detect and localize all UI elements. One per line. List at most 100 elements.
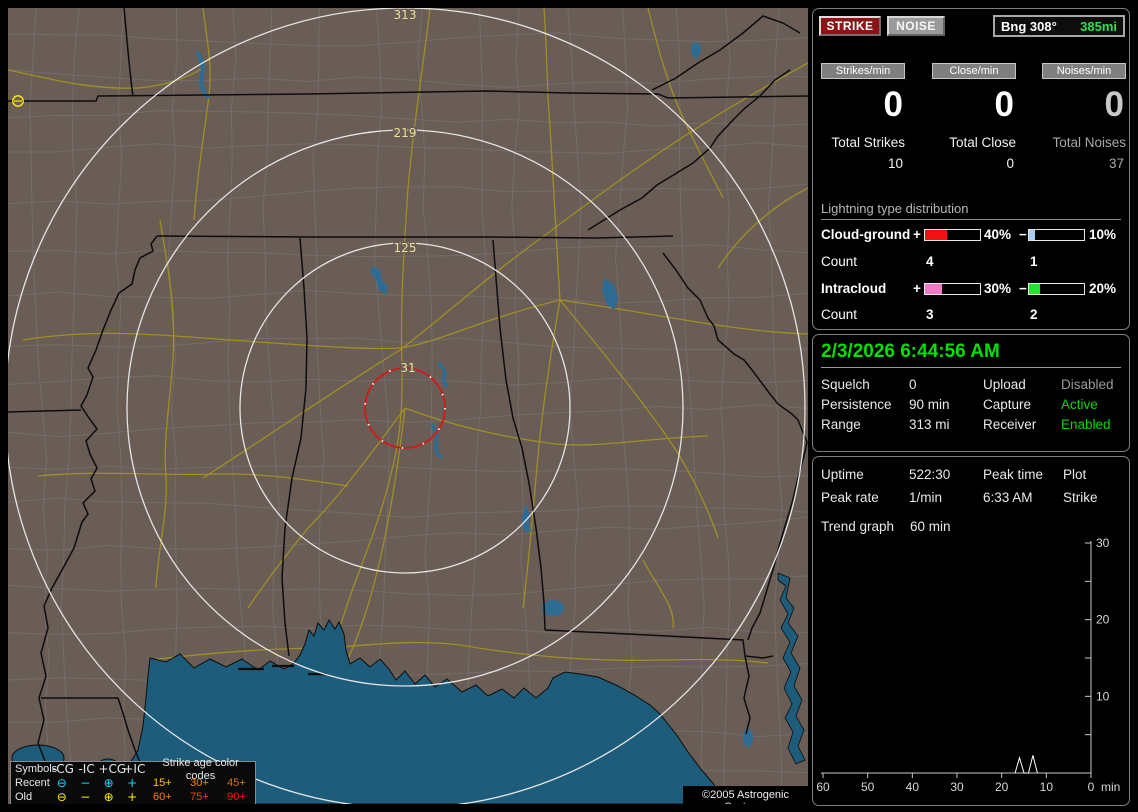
age-code: 75+ xyxy=(190,791,209,803)
squelch-label: Squelch xyxy=(821,377,870,392)
map-legend: Symbols -CG -IC +CG +IC Strike age color… xyxy=(10,757,256,804)
plot-mode-value: Strike xyxy=(1063,490,1098,505)
capture-label: Capture xyxy=(983,397,1032,412)
ic-minus-pct: 20% xyxy=(1089,281,1117,296)
legend-old-label: Old xyxy=(15,791,33,803)
peak-time-label: Peak time xyxy=(983,467,1044,482)
uptime-label: Uptime xyxy=(821,467,864,482)
legend-col-nic: -IC xyxy=(78,762,95,776)
range-value: 313 mi xyxy=(909,417,950,432)
strike-toggle-button[interactable]: STRIKE xyxy=(819,16,881,36)
ic-plus-pct: 30% xyxy=(984,281,1012,296)
datetime-display: 2/3/2026 6:44:56 AM xyxy=(821,341,1000,362)
minus-ic-recent-icon: − xyxy=(80,776,91,790)
svg-text:0: 0 xyxy=(1088,780,1095,794)
close-column: Close/min 0 Total Close 0 xyxy=(932,63,1016,171)
cg-minus-count: 1 xyxy=(1030,254,1038,269)
svg-text:30: 30 xyxy=(1096,537,1110,550)
legend-col-ncg: -CG xyxy=(51,762,74,776)
ring-label-31: 31 xyxy=(400,361,415,375)
copyright-notice: ©2005 Astrogenic Systems xyxy=(683,786,808,804)
svg-text:50: 50 xyxy=(861,780,875,794)
minus-cg-recent-icon: ⊖ xyxy=(56,776,67,790)
total-strikes-label: Total Strikes xyxy=(831,135,905,150)
age-code: 15+ xyxy=(153,777,172,789)
minus-sign: − xyxy=(1019,281,1027,296)
trend-window-value: 60 min xyxy=(910,519,951,534)
bearing-label: Bng 308° xyxy=(1001,18,1057,34)
counters-panel: STRIKE NOISE Bng 308° 385mi Strikes/min … xyxy=(812,8,1130,330)
plus-sign: + xyxy=(913,281,921,296)
noises-column: Noises/min 0 Total Noises 37 xyxy=(1042,63,1126,171)
ring-label-313: 313 xyxy=(394,8,417,22)
app-window: 313 219 125 31 Symbols -CG -IC +CG +IC S… xyxy=(0,0,1138,812)
minus-sign: − xyxy=(1019,227,1027,242)
trend-graph-label: Trend graph xyxy=(821,519,895,534)
plus-cg-old-icon: ⊕ xyxy=(103,790,114,804)
cg-plus-count: 4 xyxy=(926,254,934,269)
bearing-range-value: 385mi xyxy=(1080,18,1117,34)
noises-per-min-button[interactable]: Noises/min xyxy=(1042,63,1126,79)
intracloud-label: Intracloud xyxy=(821,281,887,296)
close-per-min-value: 0 xyxy=(994,85,1014,124)
cg-plus-pct: 40% xyxy=(984,227,1012,242)
minus-cg-old-icon: ⊖ xyxy=(56,790,67,804)
noise-toggle-button[interactable]: NOISE xyxy=(887,16,945,36)
age-code: 60+ xyxy=(153,791,172,803)
legend-row-old: Old ⊖ − ⊕ + 60+ 75+ 90+ xyxy=(11,791,255,804)
upload-label: Upload xyxy=(983,377,1026,392)
svg-text:30: 30 xyxy=(950,780,964,794)
map-canvas: 313 219 125 31 xyxy=(8,8,808,804)
svg-text:60: 60 xyxy=(816,780,830,794)
strikes-per-min-button[interactable]: Strikes/min xyxy=(821,63,905,79)
ic-plus-count: 3 xyxy=(926,307,934,322)
receiver-label: Receiver xyxy=(983,417,1037,432)
peak-rate-label: Peak rate xyxy=(821,490,879,505)
uptime-value: 522:30 xyxy=(909,467,951,482)
peak-time-value: 6:33 AM xyxy=(983,490,1033,505)
total-strikes-value: 10 xyxy=(887,156,903,171)
legend-recent-label: Recent xyxy=(15,777,50,789)
bearing-display: Bng 308° 385mi xyxy=(993,15,1125,37)
svg-text:20: 20 xyxy=(995,780,1009,794)
strikes-column: Strikes/min 0 Total Strikes 10 xyxy=(821,63,905,171)
ring-label-125: 125 xyxy=(394,241,417,255)
noises-per-min-value: 0 xyxy=(1104,85,1124,124)
minus-ic-old-icon: − xyxy=(80,790,91,804)
count-label: Count xyxy=(821,254,858,269)
trend-graph: 30 20 10 60 50 40 30 20 10 0 min xyxy=(816,537,1120,794)
divider xyxy=(821,367,1121,368)
total-close-value: 0 xyxy=(1006,156,1014,171)
cloud-ground-label: Cloud-ground xyxy=(821,227,911,242)
plus-ic-old-icon: + xyxy=(127,790,138,804)
svg-text:min: min xyxy=(1101,780,1120,794)
legend-symbols-label: Symbols xyxy=(15,763,58,775)
squelch-value: 0 xyxy=(909,377,917,392)
svg-text:20: 20 xyxy=(1096,613,1110,627)
total-close-label: Total Close xyxy=(949,135,1016,150)
plus-sign: + xyxy=(913,227,921,242)
cg-minus-bar xyxy=(1028,229,1085,241)
lightning-map[interactable]: 313 219 125 31 Symbols -CG -IC +CG +IC S… xyxy=(8,8,808,804)
count-label: Count xyxy=(821,307,858,322)
age-code: 30+ xyxy=(190,777,209,789)
stats-panel: Uptime 522:30 Peak time Plot Peak rate 1… xyxy=(812,456,1130,806)
ic-minus-bar xyxy=(1028,283,1085,295)
ic-minus-count: 2 xyxy=(1030,307,1038,322)
svg-text:10: 10 xyxy=(1040,780,1054,794)
persistence-label: Persistence xyxy=(821,397,892,412)
close-per-min-button[interactable]: Close/min xyxy=(932,63,1016,79)
peak-rate-value: 1/min xyxy=(909,490,943,505)
svg-text:40: 40 xyxy=(906,780,920,794)
svg-text:10: 10 xyxy=(1096,689,1110,703)
distribution-title: Lightning type distribution xyxy=(821,201,969,216)
plus-ic-recent-icon: + xyxy=(127,776,138,790)
plus-cg-recent-icon: ⊕ xyxy=(103,776,114,790)
age-code: 45+ xyxy=(227,777,246,789)
divider xyxy=(821,219,1121,220)
ring-label-219: 219 xyxy=(394,126,417,140)
receiver-status: Enabled xyxy=(1061,417,1111,432)
persistence-value: 90 min xyxy=(909,397,950,412)
range-label: Range xyxy=(821,417,861,432)
legend-header-row: Symbols -CG -IC +CG +IC Strike age color… xyxy=(11,757,255,782)
